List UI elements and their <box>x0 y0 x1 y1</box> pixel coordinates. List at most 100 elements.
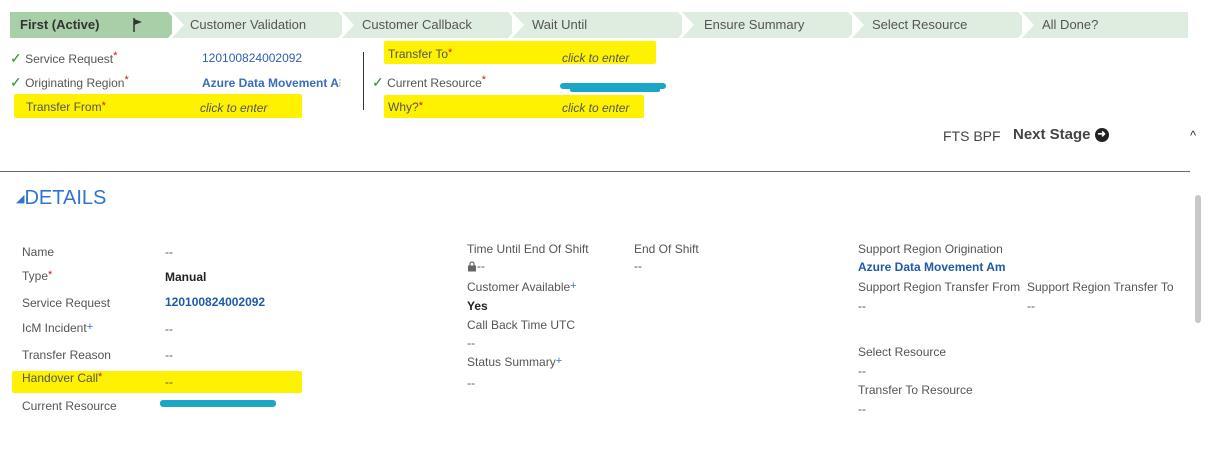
stage-notch <box>512 12 524 38</box>
required-mark: * <box>481 74 487 86</box>
stage-notch <box>342 12 354 38</box>
transfer-reason-value[interactable]: -- <box>165 348 173 362</box>
stage-notch <box>1022 12 1034 38</box>
support-region-transfer-from-value[interactable]: -- <box>858 299 866 313</box>
stage-select-resource[interactable]: Select Resource <box>852 12 1018 38</box>
icm-incident-value[interactable]: -- <box>165 322 173 336</box>
required-mark: * <box>124 74 129 86</box>
handover-call-value[interactable]: -- <box>165 375 173 389</box>
redacted-current-resource <box>570 88 660 92</box>
details-title: DETAILS <box>24 187 107 209</box>
status-summary-label-wrap: Status Summary+ <box>467 355 562 369</box>
time-until-end-value-wrap: -- <box>467 259 485 273</box>
call-back-time-value[interactable]: -- <box>467 336 475 350</box>
status-summary-value[interactable]: -- <box>467 376 475 390</box>
type-label: Type <box>22 269 49 283</box>
next-stage-button[interactable]: Next Stage ➜ <box>1013 126 1109 143</box>
current-resource-label: Current Resource <box>22 399 117 413</box>
next-stage-label: Next Stage <box>1013 126 1091 143</box>
transfer-to-input[interactable]: click to enter <box>562 51 629 65</box>
stage-label: Customer Callback <box>362 17 472 32</box>
type-label-wrap: Type* <box>22 269 52 283</box>
redacted-current-resource-value <box>160 400 276 407</box>
field-label: Originating Region <box>25 76 125 90</box>
stage-field-why: Why?* <box>388 100 423 114</box>
field-label: Current Resource <box>387 76 482 90</box>
details-section-header[interactable]: ◢DETAILS <box>16 187 106 210</box>
recommended-mark: + <box>555 355 563 367</box>
stage-label: First (Active) <box>20 17 100 32</box>
section-divider <box>0 171 1190 172</box>
field-label: Service Request <box>25 52 114 66</box>
support-region-origination-label: Support Region Origination <box>858 242 1003 256</box>
required-mark: * <box>101 100 106 112</box>
stage-label: Ensure Summary <box>704 17 805 32</box>
required-mark: * <box>418 100 423 112</box>
end-of-shift-label: End Of Shift <box>634 242 699 256</box>
handover-call-label: Handover Call <box>22 371 99 385</box>
customer-available-value[interactable]: Yes <box>467 299 488 313</box>
field-label: Why? <box>388 100 419 114</box>
stage-field-current-resource: ✓ Current Resource* <box>372 74 486 91</box>
stage-first-active[interactable]: First (Active) <box>10 12 168 38</box>
stage-notch <box>852 12 864 38</box>
vertical-scrollbar[interactable] <box>1195 195 1201 323</box>
check-icon: ✓ <box>10 74 22 90</box>
support-region-transfer-from-label: Support Region Transfer From <box>858 280 1021 294</box>
stage-wait-until[interactable]: Wait Until <box>512 12 678 38</box>
field-label: Transfer From <box>26 100 102 114</box>
required-mark: * <box>113 50 118 62</box>
time-until-end-value: -- <box>477 259 485 273</box>
stage-all-done[interactable]: All Done? <box>1022 12 1188 38</box>
stage-customer-validation[interactable]: Customer Validation <box>172 12 338 38</box>
stage-field-service-request: ✓ Service Request* <box>10 50 117 67</box>
transfer-reason-label: Transfer Reason <box>22 348 111 362</box>
stage-label: Select Resource <box>872 17 968 32</box>
stage-label: Customer Validation <box>190 17 307 32</box>
required-mark: * <box>448 47 453 59</box>
lock-icon <box>468 261 476 272</box>
flag-icon <box>133 18 142 32</box>
stage-field-transfer-to: Transfer To* <box>388 47 452 61</box>
stage-field-transfer-from: Transfer From* <box>26 100 106 114</box>
service-request-value[interactable]: 120100824002092 <box>165 295 265 309</box>
customer-available-label: Customer Available <box>467 280 571 294</box>
handover-call-label-wrap: Handover Call* <box>22 371 102 385</box>
select-resource-value[interactable]: -- <box>858 364 866 378</box>
time-until-end-label: Time Until End Of Shift <box>467 242 589 256</box>
call-back-time-label: Call Back Time UTC <box>467 318 576 332</box>
transfer-from-input[interactable]: click to enter <box>200 101 267 115</box>
field-label: Transfer To <box>388 47 449 61</box>
stage-ensure-summary[interactable]: Ensure Summary <box>682 12 848 38</box>
support-region-origination-value[interactable]: Azure Data Movement Am <box>858 260 1006 274</box>
icm-incident-label: IcM Incident <box>22 321 87 335</box>
service-request-link[interactable]: 120100824002092 <box>202 51 302 65</box>
required-mark: * <box>98 371 103 383</box>
why-input[interactable]: click to enter <box>562 101 629 115</box>
required-mark: * <box>48 269 53 281</box>
support-region-transfer-to-value[interactable]: -- <box>1027 299 1035 313</box>
select-resource-label: Select Resource <box>858 345 947 359</box>
transfer-to-resource-value[interactable]: -- <box>858 402 866 416</box>
stage-field-originating-region: ✓ Originating Region* <box>10 74 129 91</box>
bpf-name: FTS BPF <box>943 128 1001 144</box>
support-region-transfer-to-label: Support Region Transfer To <box>1027 280 1174 294</box>
check-icon: ✓ <box>372 74 384 90</box>
type-value[interactable]: Manual <box>165 270 206 284</box>
name-value[interactable]: -- <box>165 245 173 259</box>
stage-customer-callback[interactable]: Customer Callback <box>342 12 508 38</box>
more-dots: ⁝ <box>338 76 342 90</box>
check-icon: ✓ <box>10 50 22 66</box>
icm-incident-label-wrap: IcM Incident+ <box>22 321 93 335</box>
arrow-right-circle-icon: ➜ <box>1094 128 1109 143</box>
service-request-label: Service Request <box>22 296 111 310</box>
stage-notch <box>172 12 184 38</box>
name-label: Name <box>22 245 55 259</box>
originating-region-link[interactable]: Azure Data Movement A <box>202 76 339 90</box>
chevron-up-icon[interactable]: ^ <box>1190 128 1196 143</box>
status-summary-label: Status Summary <box>467 355 556 369</box>
stage-label: Wait Until <box>532 17 588 32</box>
stage-notch <box>682 12 694 38</box>
end-of-shift-value[interactable]: -- <box>634 259 642 273</box>
recommended-mark: + <box>86 321 94 333</box>
